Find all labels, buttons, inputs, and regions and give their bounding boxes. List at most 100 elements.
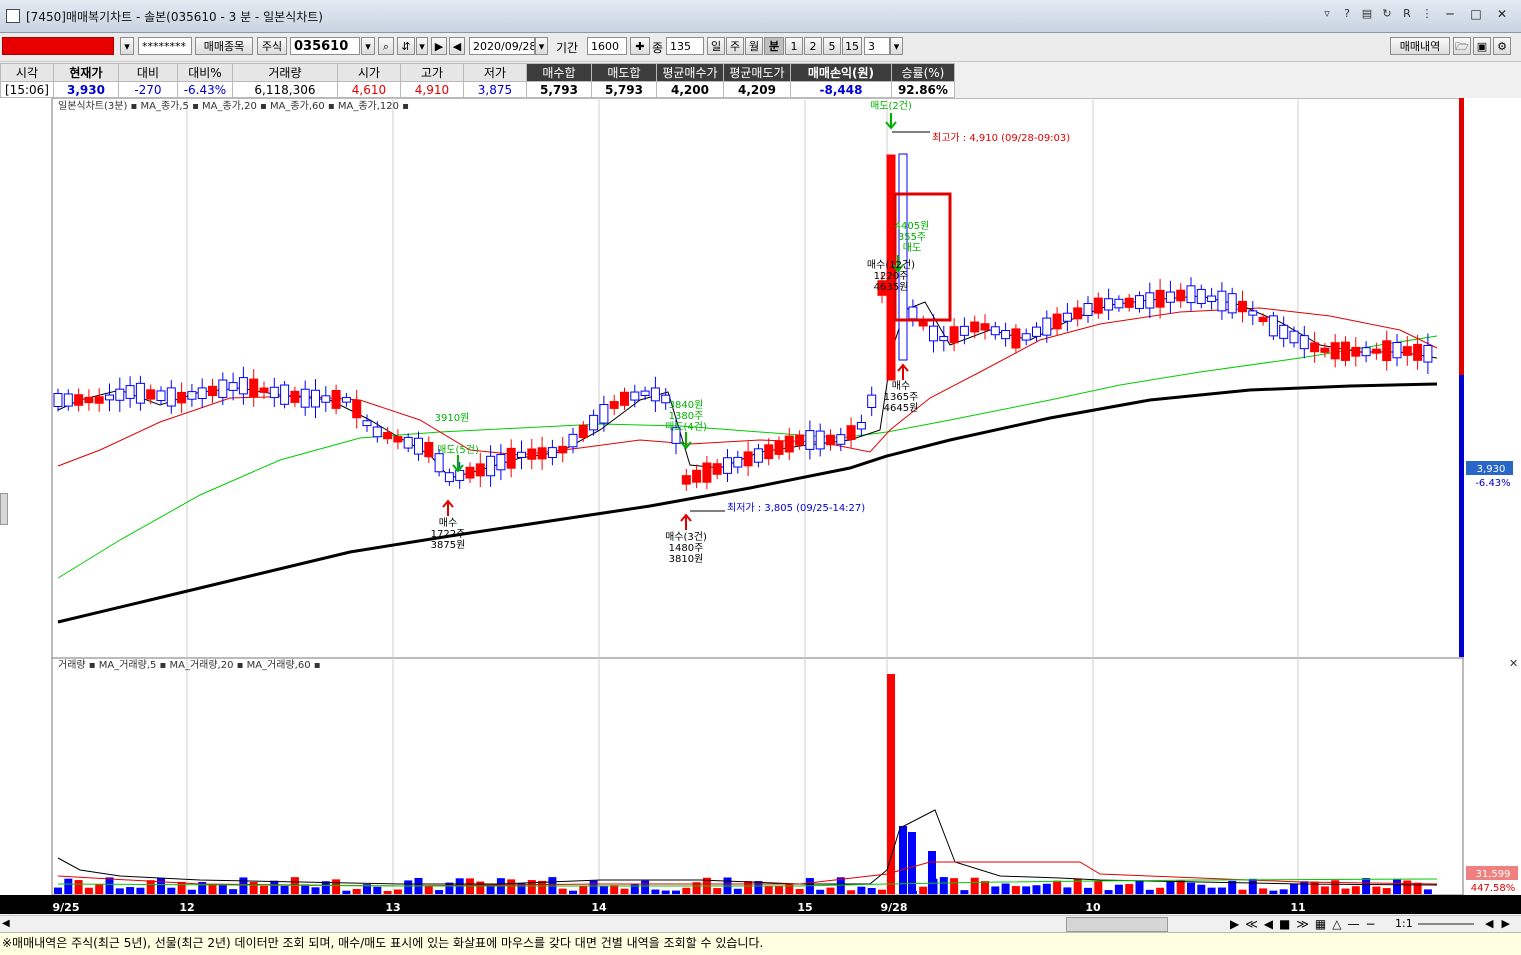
volume-bar [928, 851, 936, 894]
candle-body [290, 390, 300, 403]
candle-body [867, 394, 877, 408]
stock-code-input[interactable]: 035610 [290, 37, 360, 55]
crosshair-icon[interactable]: ✚ [630, 37, 650, 55]
more-icon[interactable]: ⋮ [1419, 6, 1435, 22]
candle-body [1310, 342, 1320, 353]
x-label: 10 [1085, 901, 1101, 914]
question-icon[interactable]: ? [1339, 6, 1355, 22]
side-panel-toggle[interactable] [0, 493, 8, 525]
chart-area[interactable]: 일본식차트(3분) ▪ MA_종가,5 ▪ MA_종가,20 ▪ MA_종가,6… [0, 97, 1521, 914]
candle-body [393, 436, 403, 443]
chart-scrollbar[interactable]: ◀ ▶≪◀■≫▦△—− 1:1 ◀▶ [0, 915, 1521, 933]
candle-body [177, 391, 187, 404]
zoom-ratio[interactable]: 1:1 [1395, 917, 1413, 930]
volume-bar [249, 882, 258, 894]
date-input[interactable]: 2020/09/28 [469, 37, 535, 55]
annotation: 매도 [903, 242, 921, 254]
candle-body [1196, 288, 1206, 305]
candle-body [1423, 344, 1433, 363]
volume-bar [1063, 887, 1072, 894]
next-icon[interactable]: ▶ [431, 37, 447, 55]
candle-body [166, 387, 176, 407]
volume-bar [620, 888, 629, 894]
trade-history-button[interactable]: 매매내역 [1390, 37, 1450, 55]
layout-icon[interactable]: ▤ [1359, 6, 1375, 22]
price-legend: 일본식차트(3분) ▪ MA_종가,5 ▪ MA_종가,20 ▪ MA_종가,6… [58, 100, 409, 112]
volume-bar [95, 884, 104, 894]
interval-1[interactable]: 1 [785, 37, 803, 55]
volume-bar [115, 888, 124, 894]
prev-icon[interactable]: ◀ [449, 37, 465, 55]
volume-legend: 거래량 ▪ MA_거래량,5 ▪ MA_거래량,20 ▪ MA_거래량,60 ▪ [58, 659, 321, 671]
interval-minute[interactable]: 분 [764, 37, 784, 55]
annotation: 매도(5건) [437, 444, 479, 456]
volume-bar [981, 881, 989, 894]
title-bar: [7450]매매복기차트 - 솔본(035610 - 3 분 - 일본식차트) … [0, 0, 1521, 33]
value-sell-sum: 5,793 [590, 81, 657, 98]
candle-body [1083, 303, 1093, 316]
password-field[interactable]: ******** [138, 37, 192, 55]
candle-body [1351, 346, 1361, 357]
candle-body [1299, 335, 1309, 350]
volume-bar [887, 674, 895, 894]
interval-month[interactable]: 월 [745, 37, 763, 55]
refresh-icon[interactable]: ↻ [1379, 6, 1395, 22]
count-input[interactable]: 135 [666, 37, 704, 55]
volume-bar [589, 880, 598, 894]
interval-2[interactable]: 2 [804, 37, 822, 55]
volume-bar [126, 887, 135, 894]
volume-bar [1166, 881, 1175, 894]
volume-bar [960, 890, 969, 894]
candle-body [1361, 347, 1371, 357]
x-label: 15 [797, 901, 812, 914]
code-dropdown-icon[interactable]: ▾ [361, 37, 375, 55]
candle-body [249, 378, 259, 398]
sort-dropdown-icon[interactable]: ▾ [416, 37, 428, 55]
scroll-left-icon[interactable]: ◀ [2, 918, 10, 929]
chart-nav-icons[interactable]: ▶≪◀■≫▦△—− [1230, 917, 1382, 931]
settings-icon[interactable]: ⚙ [1493, 37, 1511, 55]
interval-5[interactable]: 5 [823, 37, 841, 55]
date-dropdown-icon[interactable]: ▾ [535, 37, 548, 55]
annotation: 1722주 [431, 529, 466, 540]
volume-bar [208, 884, 217, 894]
zoom-slider[interactable] [1418, 923, 1474, 925]
volume-bar [229, 889, 238, 894]
candle-body [496, 454, 506, 471]
volume-close-icon[interactable]: ✕ [1509, 657, 1518, 670]
sort-icon[interactable]: ⇵ [397, 37, 415, 55]
chart-svg[interactable]: 일본식차트(3분) ▪ MA_종가,5 ▪ MA_종가,20 ▪ MA_종가,6… [0, 97, 1521, 914]
help-icon[interactable]: ▿ [1319, 6, 1335, 22]
candle-body [1093, 297, 1103, 314]
restore-icon[interactable]: □ [1465, 6, 1487, 22]
open-folder-icon[interactable]: 🗁 [1453, 37, 1471, 55]
minute-dropdown-icon[interactable]: ▾ [890, 37, 903, 55]
annotation: 매도(2건) [870, 100, 912, 112]
header-pnl: 매매손익(원) [789, 63, 892, 82]
save-icon[interactable]: ▣ [1473, 37, 1491, 55]
interval-15[interactable]: 15 [842, 37, 862, 55]
volume-bar [569, 890, 577, 894]
candle-body [681, 475, 691, 485]
account-dropdown-icon[interactable]: ▾ [120, 37, 134, 55]
scroll-thumb[interactable] [1066, 917, 1168, 932]
search-icon[interactable]: ⌕ [378, 37, 394, 55]
interval-day[interactable]: 일 [707, 37, 725, 55]
value-avg-buy: 4,200 [655, 81, 724, 98]
header-volume: 거래량 [231, 63, 338, 82]
trade-list-button[interactable]: 매매종목 [195, 37, 253, 55]
market-select[interactable]: 주식 [257, 37, 287, 55]
close-icon[interactable]: ✕ [1491, 6, 1513, 22]
candle-body [795, 434, 805, 446]
volume-bar [816, 889, 825, 894]
interval-week[interactable]: 주 [726, 37, 744, 55]
header-winrate: 승률(%) [890, 63, 955, 82]
current-volume-pct: 447.58% [1471, 883, 1516, 894]
minimize-icon[interactable]: ─ [1439, 6, 1461, 22]
account-field[interactable] [2, 37, 114, 55]
pin-icon[interactable]: R [1399, 6, 1415, 22]
zoom-end-icons[interactable]: ◀▶ [1485, 917, 1518, 930]
minute-input[interactable]: 3 [864, 37, 890, 55]
period-input[interactable]: 1600 [587, 37, 627, 55]
volume-bar [1207, 887, 1216, 894]
